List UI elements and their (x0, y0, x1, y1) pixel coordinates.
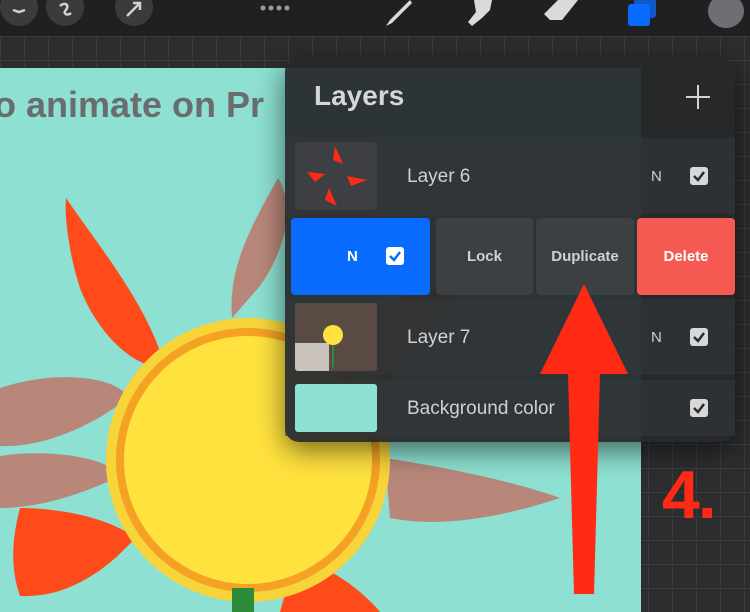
smudge-icon[interactable] (460, 0, 500, 32)
duplicate-button[interactable]: Duplicate (536, 218, 634, 295)
blend-mode-button[interactable]: N (651, 168, 662, 185)
layer-name: Layer 6 (407, 166, 471, 187)
layer-name: Layer 7 (407, 327, 471, 348)
brush-icon[interactable] (376, 0, 416, 32)
layer-row-layer-7[interactable]: Layer 7 N (285, 299, 735, 375)
layer-thumbnail (295, 142, 377, 210)
layer-thumbnail (295, 303, 377, 371)
more-icon[interactable] (258, 0, 292, 11)
layer-name: Background color (407, 398, 555, 419)
layer-row-background-color[interactable]: Background color (285, 380, 735, 436)
background-color-swatch[interactable] (295, 384, 377, 432)
selected-layer-row[interactable]: N (291, 218, 430, 295)
blend-mode-button[interactable]: N (651, 329, 662, 346)
top-toolbar (0, 0, 750, 36)
panel-title: Layers (314, 80, 405, 111)
layers-icon[interactable] (624, 0, 660, 32)
visibility-checkbox[interactable] (690, 399, 708, 417)
visibility-checkbox[interactable] (690, 328, 708, 346)
adjustments-icon[interactable] (0, 0, 38, 26)
transform-icon[interactable] (115, 0, 153, 26)
lock-button[interactable]: Lock (436, 218, 533, 295)
visibility-checkbox[interactable] (386, 247, 404, 265)
eraser-icon[interactable] (538, 0, 582, 32)
selection-icon[interactable] (46, 0, 84, 26)
blend-mode-button[interactable]: N (347, 248, 358, 265)
plus-icon[interactable] (683, 82, 713, 112)
delete-button[interactable]: Delete (637, 218, 735, 295)
visibility-checkbox[interactable] (690, 167, 708, 185)
layer-row-layer-6[interactable]: Layer 6 N (285, 138, 735, 214)
step-label: 4. (662, 457, 717, 533)
color-icon[interactable] (708, 0, 744, 28)
